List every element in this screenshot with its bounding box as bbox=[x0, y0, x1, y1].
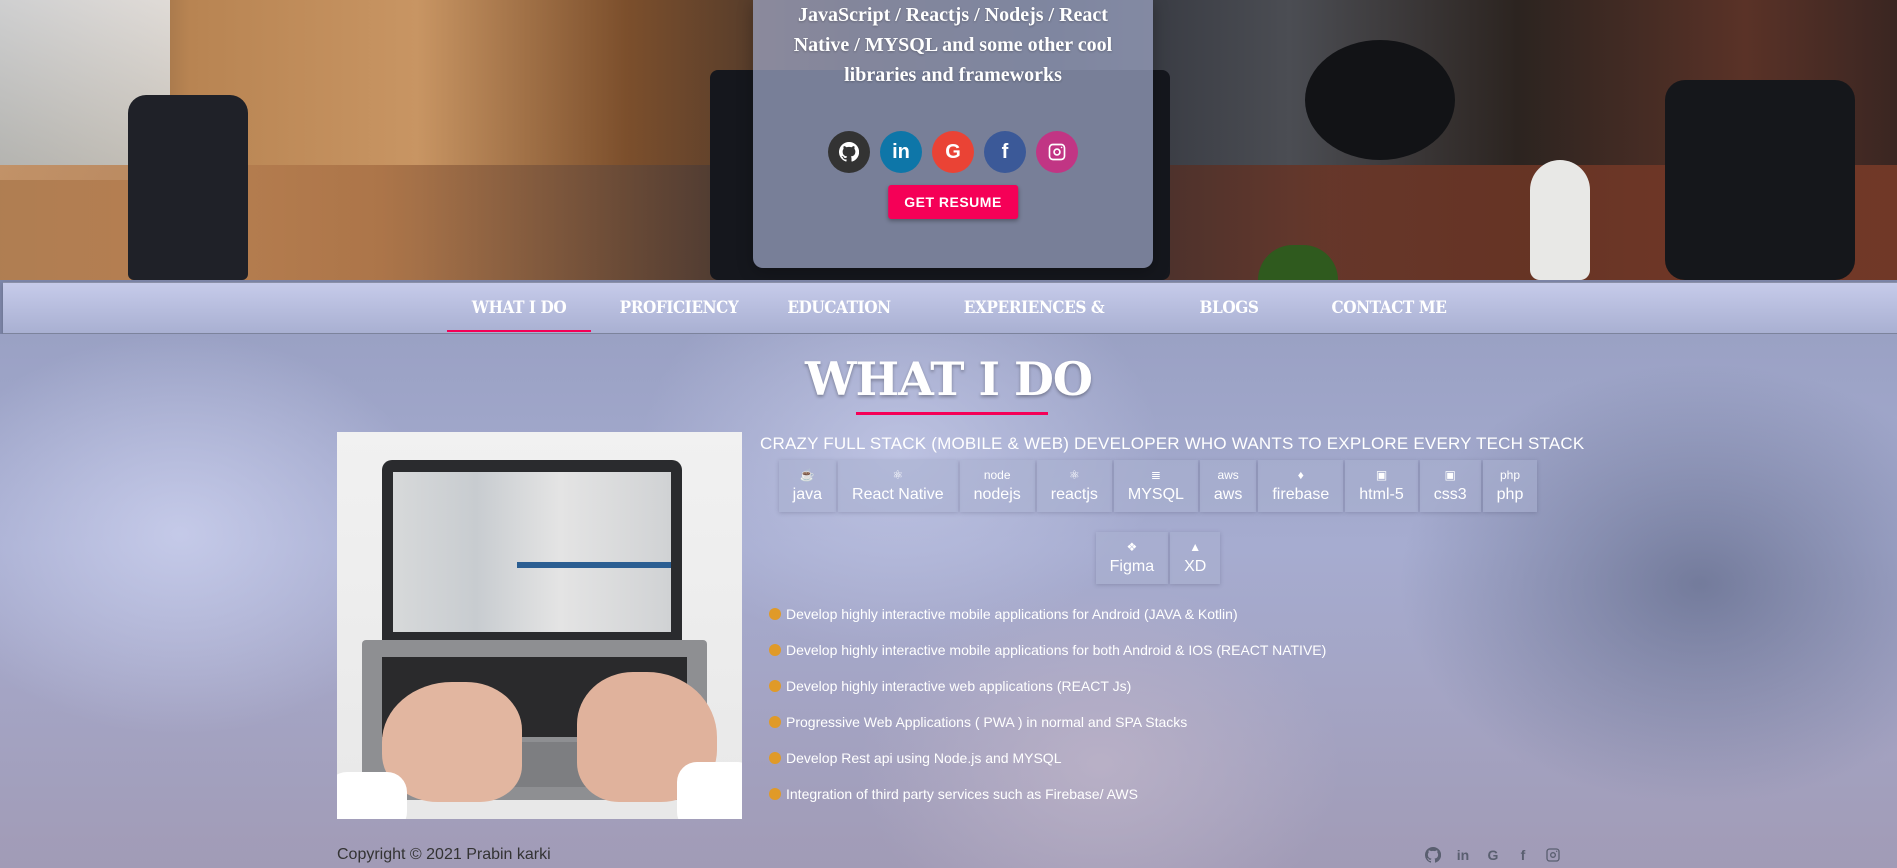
github-icon bbox=[839, 142, 859, 162]
skill-chip: aws aws bbox=[1199, 460, 1257, 512]
list-item: Develop Rest api using Node.js and MYSQL bbox=[769, 748, 1326, 784]
google-icon[interactable]: G bbox=[1484, 846, 1502, 864]
lamp-decor bbox=[1305, 40, 1455, 160]
tab-proficiency[interactable]: PROFICIENCY bbox=[607, 283, 751, 333]
css3-icon: ▣ bbox=[1444, 468, 1456, 482]
speaker-left-decor bbox=[128, 95, 248, 280]
instagram-icon bbox=[1048, 143, 1066, 161]
skill-chip: ☕ java bbox=[778, 460, 837, 512]
skill-chip: ≣ MYSQL bbox=[1113, 460, 1198, 512]
skill-chip: ♦ firebase bbox=[1258, 460, 1344, 512]
google-link[interactable]: G bbox=[932, 131, 974, 173]
aws-icon: aws bbox=[1217, 468, 1239, 482]
tab-education[interactable]: EDUCATION bbox=[767, 283, 911, 333]
github-icon[interactable] bbox=[1424, 846, 1442, 864]
hero-background: JavaScript / Reactjs / Nodejs / React Na… bbox=[0, 0, 1897, 280]
react-icon: ⚛ bbox=[1068, 468, 1080, 482]
skills-list: ☕ java ⚛ React Native node nodejs ⚛ reactjs … bbox=[762, 460, 1554, 584]
skill-chip: ❖ Figma bbox=[1095, 532, 1169, 584]
social-links: in G f bbox=[753, 131, 1153, 173]
linkedin-icon: in bbox=[892, 140, 910, 163]
php-icon: php bbox=[1499, 468, 1520, 482]
database-icon: ≣ bbox=[1150, 468, 1161, 482]
facebook-link[interactable]: f bbox=[984, 131, 1026, 173]
section-title: WHAT I DO bbox=[804, 352, 1093, 406]
get-resume-button[interactable]: GET RESUME bbox=[888, 185, 1018, 219]
linkedin-link[interactable]: in bbox=[880, 131, 922, 173]
title-underline bbox=[856, 412, 1048, 415]
intro-text: JavaScript / Reactjs / Nodejs / React Na… bbox=[793, 4, 1113, 86]
laptop-photo bbox=[337, 432, 742, 819]
facebook-icon[interactable]: f bbox=[1514, 846, 1532, 864]
skill-chip: ▣ html-5 bbox=[1345, 460, 1418, 512]
react-icon: ⚛ bbox=[892, 468, 904, 482]
tab-what-i-do[interactable]: WHAT I DO bbox=[447, 283, 591, 333]
tab-experiences-projects[interactable]: EXPERIENCES & PROJECTS bbox=[931, 283, 1138, 368]
html5-icon: ▣ bbox=[1375, 468, 1388, 482]
list-item: Integration of third party services such… bbox=[769, 784, 1326, 820]
facebook-icon: f bbox=[1001, 140, 1009, 163]
capabilities-list: Develop highly interactive mobile applic… bbox=[769, 604, 1326, 820]
adobe-icon: ▲ bbox=[1189, 540, 1202, 554]
skill-chip: ⚛ React Native bbox=[838, 460, 958, 512]
list-item: Develop highly interactive mobile applic… bbox=[769, 640, 1326, 676]
skill-chip: ⚛ reactjs bbox=[1036, 460, 1112, 512]
skill-chip: ▲ XD bbox=[1170, 532, 1221, 584]
google-icon: G bbox=[945, 140, 961, 163]
figma-icon: ❖ bbox=[1126, 540, 1138, 554]
java-icon: ☕ bbox=[799, 468, 815, 482]
linkedin-icon[interactable]: in bbox=[1454, 846, 1472, 864]
skill-chip: node nodejs bbox=[959, 460, 1035, 512]
speaker-white-decor bbox=[1530, 160, 1590, 280]
tab-contact-me[interactable]: CONTACT ME bbox=[1317, 283, 1461, 333]
skill-chip: php php bbox=[1482, 460, 1538, 512]
list-item: Progressive Web Applications ( PWA ) in … bbox=[769, 712, 1326, 748]
section-subtitle: CRAZY FULL STACK (MOBILE & WEB) DEVELOPE… bbox=[760, 434, 1585, 453]
list-item: Develop highly interactive web applicati… bbox=[769, 676, 1326, 712]
footer-copyright: Copyright © 2021 Prabin karki bbox=[337, 846, 551, 863]
github-link[interactable] bbox=[828, 131, 870, 173]
nodejs-icon: node bbox=[983, 468, 1011, 482]
list-item: Develop highly interactive mobile applic… bbox=[769, 604, 1326, 640]
firebase-icon: ♦ bbox=[1297, 468, 1304, 482]
tab-blogs[interactable]: BLOGS bbox=[1157, 283, 1301, 333]
skill-chip: ▣ css3 bbox=[1419, 460, 1481, 512]
intro-card: JavaScript / Reactjs / Nodejs / React Na… bbox=[753, 0, 1153, 268]
speaker-right-decor bbox=[1665, 80, 1855, 280]
instagram-link[interactable] bbox=[1036, 131, 1078, 173]
footer-social-links: in G f bbox=[1424, 846, 1562, 864]
instagram-icon[interactable] bbox=[1544, 846, 1562, 864]
section-nav: WHAT I DO PROFICIENCY EDUCATION EXPERIEN… bbox=[3, 282, 1897, 368]
